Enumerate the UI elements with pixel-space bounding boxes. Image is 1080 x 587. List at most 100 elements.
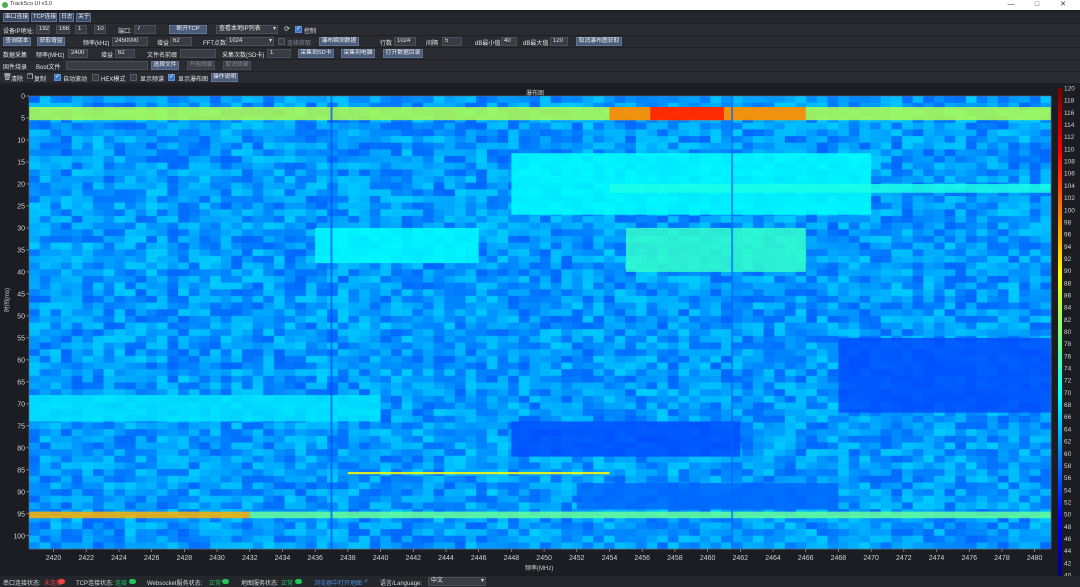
refresh-icon[interactable]: ⟳ (283, 25, 291, 34)
capture-gain-field[interactable]: 62 (115, 49, 135, 58)
heatmap-cell (156, 169, 168, 177)
heatmap-cell (1019, 275, 1031, 283)
heatmap-cell (486, 382, 498, 390)
heatmap-cell (146, 422, 158, 430)
trash-icon[interactable]: 🗑 (3, 73, 12, 82)
heatmap-cell (380, 302, 392, 310)
heatmap-cell (508, 355, 520, 363)
local-ip-list-select[interactable]: 查看本地IP列表 ▾ (216, 25, 278, 34)
cancel-waterfall-button[interactable]: 取消瀑布图获取 (576, 37, 622, 46)
capture-freq-field[interactable]: 2400 (68, 49, 88, 58)
heatmap-cell (529, 129, 541, 137)
heatmap-cell (678, 96, 690, 104)
heatmap-cell (465, 382, 477, 390)
open-data-dir-button[interactable]: 打开数据目录 (383, 49, 423, 58)
copy-icon[interactable]: ❐ (26, 73, 34, 82)
tab-about[interactable]: 关于 (76, 13, 91, 22)
choose-file-button[interactable]: 选择文件 (151, 61, 179, 70)
heatmap-cell (625, 315, 637, 323)
ip-octet-3[interactable]: 1 (75, 25, 87, 34)
heatmap-cell (1019, 255, 1031, 263)
heatmap-cell (124, 202, 136, 210)
heatmap-cell (401, 195, 413, 203)
heatmap-cell (337, 129, 349, 137)
continuous-checkbox[interactable] (278, 38, 285, 45)
heatmap-cell (880, 282, 892, 290)
minimize-button[interactable]: — (998, 0, 1024, 10)
heatmap-cell (178, 262, 190, 270)
tab-tcp[interactable]: TCP连接 (31, 13, 57, 22)
help-button[interactable]: 操作说明 (211, 73, 238, 82)
heatmap-cell (603, 322, 615, 330)
boot-file-field[interactable] (66, 61, 148, 70)
heatmap-cell (178, 135, 190, 144)
heatmap-cell (508, 282, 520, 290)
ip-octet-2[interactable]: 168 (56, 25, 70, 34)
heatmap-cell (167, 195, 179, 203)
heatmap-cell (667, 96, 679, 104)
heatmap-cell (742, 289, 754, 297)
heatmap-cell (135, 335, 147, 343)
db-min-field[interactable]: 40 (501, 37, 517, 46)
heatmap-cell (518, 96, 530, 104)
tab-log[interactable]: 日志 (59, 13, 74, 22)
capture-to-sd-button[interactable]: 采集到SD卡 (298, 49, 334, 58)
heatmap-cell (231, 302, 243, 310)
heatmap-cell (50, 189, 62, 197)
close-button[interactable]: ✕ (1050, 0, 1076, 10)
start-flash-button[interactable]: 开始烧录 (187, 61, 215, 70)
waterfall-chart[interactable]: 0510152025303540455055606570758085909510… (0, 86, 1080, 576)
gain-field[interactable]: 62 (170, 37, 192, 46)
control-checkbox[interactable]: ✓ (295, 26, 302, 33)
get-gain-button[interactable]: 获取增益 (37, 37, 65, 46)
file-prefix-field[interactable] (180, 49, 216, 58)
port-field[interactable]: 7 (134, 25, 156, 34)
disconnect-tcp-button[interactable]: 断开TCP (169, 25, 207, 34)
heatmap-cell (114, 322, 126, 330)
heatmap-cell (859, 415, 871, 423)
heatmap-cell (933, 255, 945, 263)
heatmap-cell (71, 349, 83, 357)
heatmap-cell (71, 429, 83, 437)
heatmap-cell (82, 249, 94, 257)
heatmap-cell (178, 155, 190, 164)
hex-mode-checkbox[interactable] (92, 74, 99, 81)
capture-count-field[interactable]: 1 (267, 49, 291, 58)
heatmap-cell (252, 195, 264, 203)
freq-khz-field[interactable]: 2450000 (112, 37, 148, 46)
heatmap-cell (273, 369, 285, 377)
copy-label[interactable]: 复制 (34, 74, 46, 83)
cancel-flash-button[interactable]: 取消烧录 (223, 61, 251, 70)
heatmap-cell (880, 289, 892, 297)
db-max-field[interactable]: 120 (550, 37, 568, 46)
query-version-button[interactable]: 查询版本 (3, 37, 31, 46)
heatmap-cell (508, 322, 520, 330)
heatmap-cell (742, 375, 754, 383)
ip-octet-1[interactable]: 192 (36, 25, 50, 34)
heatmap-cell (1008, 242, 1020, 250)
waterfall-data-button[interactable]: 瀑布瞬测数据 (319, 37, 359, 46)
interval-field[interactable]: 5 (442, 37, 462, 46)
heatmap-cell (1019, 295, 1031, 303)
heatmap-cell (912, 122, 924, 130)
clear-label[interactable]: 清除 (11, 74, 23, 83)
show-spectrum-checkbox[interactable] (130, 74, 137, 81)
heatmap-cell (465, 142, 477, 150)
maximize-button[interactable]: □ (1024, 0, 1050, 10)
autoscroll-checkbox[interactable]: ✓ (54, 74, 61, 81)
heatmap-cell (401, 129, 413, 137)
heatmap-cell (359, 375, 371, 383)
tab-serial[interactable]: 串口连接 (3, 13, 29, 22)
capture-to-pc-button[interactable]: 采集到电脑 (341, 49, 375, 58)
rows-field[interactable]: 1024 (394, 37, 416, 46)
heatmap-cell (412, 155, 424, 164)
fft-select[interactable]: 1024 ▾ (226, 37, 274, 46)
heatmap-cell (795, 395, 807, 403)
heatmap-cell (508, 335, 520, 343)
heatmap-cell (806, 129, 818, 137)
ip-octet-4[interactable]: 10 (94, 25, 106, 34)
heatmap-cell (838, 142, 850, 150)
heatmap-cell (220, 422, 232, 430)
show-waterfall-checkbox[interactable]: ✓ (168, 74, 175, 81)
heatmap-cell (848, 282, 860, 290)
